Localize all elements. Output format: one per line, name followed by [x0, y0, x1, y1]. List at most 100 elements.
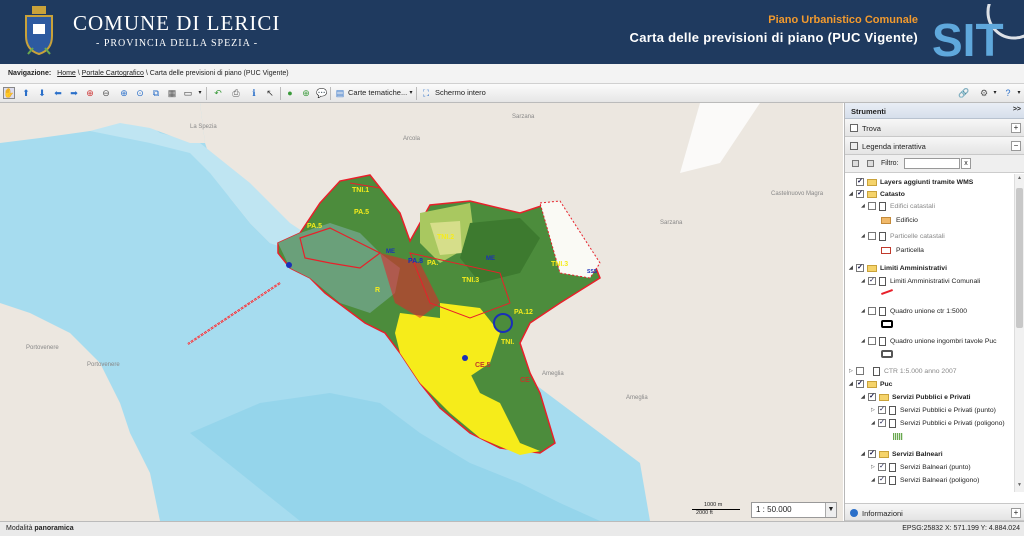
legend-scrollbar[interactable]: ▲ ▼ — [1014, 174, 1024, 492]
tree-node[interactable]: ◢ Particelle catastali — [861, 230, 945, 242]
panel-title-text: Strumenti — [851, 107, 887, 116]
tree-node-label: Catasto — [880, 190, 905, 198]
collapse-panel-button[interactable]: >> — [1013, 106, 1021, 113]
checkbox[interactable] — [868, 232, 876, 240]
checkbox[interactable]: ✓ — [868, 450, 876, 458]
chevron-down-icon[interactable]: ▾ — [989, 87, 1001, 99]
comune-crest-icon — [25, 6, 53, 56]
find-section[interactable]: Trova + — [845, 119, 1024, 137]
tree-node-label: Quadro unione ingombri tavole Puc — [890, 337, 997, 345]
measure-icon[interactable]: ▭ — [182, 87, 194, 99]
zoom-out-icon[interactable]: ⊖ — [100, 87, 112, 99]
scale-bar-meters: 1000 m — [704, 502, 723, 508]
globe-icon[interactable]: ● — [284, 87, 296, 99]
tree-node[interactable]: ▷ CTR 1:5.000 anno 2007 — [849, 365, 957, 377]
link-icon[interactable]: 🔗 — [958, 87, 970, 99]
print-icon[interactable]: ⎙ — [230, 87, 242, 99]
breadcrumb-home-link[interactable]: Home — [57, 70, 76, 77]
zone-label: PA.12 — [514, 309, 533, 316]
chevron-down-icon[interactable]: ▾ — [1013, 87, 1024, 99]
zoom-layer-icon[interactable]: ⧉ — [150, 87, 162, 99]
checkbox[interactable]: ✓ — [856, 178, 864, 186]
scale-select[interactable]: 1 : 50.000 ▼ — [751, 502, 837, 518]
scroll-down-icon[interactable]: ▼ — [1016, 482, 1023, 490]
checkbox[interactable]: ✓ — [878, 476, 886, 484]
checkbox[interactable] — [868, 202, 876, 210]
checkbox[interactable]: ✓ — [856, 264, 864, 272]
layer-icon — [879, 231, 886, 241]
scrollbar-thumb[interactable] — [1016, 188, 1023, 328]
map-graphic[interactable] — [0, 103, 843, 521]
identify-icon[interactable]: ℹ — [248, 87, 260, 99]
tree-node[interactable]: ◢ ✓ Catasto — [849, 188, 905, 200]
info-icon — [850, 509, 858, 517]
expand-icon[interactable]: + — [1011, 508, 1021, 518]
collapse-icon[interactable]: − — [1011, 141, 1021, 151]
tree-node-label: Servizi Pubblici e Privati (punto) — [900, 406, 996, 414]
chevron-down-icon[interactable]: ▾ — [194, 87, 206, 99]
expand-icon[interactable]: + — [1011, 123, 1021, 133]
checkbox[interactable]: ✓ — [856, 380, 864, 388]
toolbar-divider — [206, 87, 207, 100]
map-canvas[interactable]: La Spezia Sarzana Arcola Castelnuovo Mag… — [0, 103, 843, 521]
tree-node[interactable]: ◢ ✓ Puc — [849, 378, 892, 390]
tree-node[interactable]: ▷ ✓ Servizi Pubblici e Privati (punto) — [871, 404, 996, 416]
tree-node[interactable]: ▷ ✓ Servizi Balneari (punto) — [871, 461, 971, 473]
up-arrow-icon[interactable]: ⬆ — [20, 87, 32, 99]
add-icon[interactable]: ⊕ — [300, 87, 312, 99]
tree-node[interactable]: ◢ ✓ Limiti Amministrativi — [849, 262, 947, 274]
filter-input[interactable] — [904, 158, 960, 169]
breadcrumb-portal-link[interactable]: Portale Cartografico — [82, 70, 144, 77]
back-icon[interactable]: ↶ — [212, 87, 224, 99]
panel-title: Strumenti >> — [845, 103, 1024, 119]
checkbox[interactable]: ✓ — [878, 419, 886, 427]
tree-node[interactable]: ◢ ✓ Servizi Pubblici e Privati — [861, 391, 971, 403]
fullscreen-button[interactable]: Schermo intero — [435, 88, 486, 97]
down-arrow-icon[interactable]: ⬇ — [36, 87, 48, 99]
legend-section[interactable]: Legenda interattiva − — [845, 137, 1024, 155]
right-arrow-icon[interactable]: ➡ — [68, 87, 80, 99]
zoom-in-icon[interactable]: ⊕ — [118, 87, 130, 99]
select-icon[interactable]: ↖ — [264, 87, 276, 99]
checkbox[interactable]: ✓ — [856, 190, 864, 198]
comment-icon[interactable]: 💬 — [316, 87, 328, 99]
checkbox[interactable] — [868, 307, 876, 315]
legend-class-label: Particella — [896, 246, 924, 254]
zone-label: PA.5 — [307, 223, 323, 230]
clear-filter-button[interactable]: x — [961, 158, 971, 169]
tree-node[interactable]: ◢ Quadro unione ingombri tavole Puc — [861, 335, 997, 347]
tree-node[interactable]: ◢ ✓ Limiti Amministrativi Comunali — [861, 275, 980, 287]
chevron-down-icon[interactable]: ▼ — [825, 503, 836, 517]
zoom-extent-icon[interactable]: ⊙ — [134, 87, 146, 99]
tree-node[interactable]: ◢ Edifici catastali — [861, 200, 935, 212]
scroll-up-icon[interactable]: ▲ — [1016, 175, 1023, 183]
checkbox[interactable] — [868, 337, 876, 345]
checkbox[interactable]: ✓ — [868, 277, 876, 285]
fullscreen-icon[interactable]: ⛶ — [420, 87, 432, 99]
tree-node[interactable]: ◢ ✓ Servizi Pubblici e Privati (poligono) — [871, 417, 1005, 429]
checkbox[interactable]: ✓ — [878, 463, 886, 471]
zone-label: TNI.1 — [352, 187, 370, 194]
tree-node[interactable]: ✓ Layers aggiunti tramite WMS — [849, 176, 973, 188]
navigation-mode-label: Modalità — [6, 525, 35, 532]
left-arrow-icon[interactable]: ⬅ — [52, 87, 64, 99]
expand-all-icon[interactable] — [852, 160, 859, 167]
info-section[interactable]: Informazioni + — [845, 503, 1024, 521]
checkbox[interactable] — [856, 367, 864, 375]
checkbox[interactable]: ✓ — [868, 393, 876, 401]
collapse-all-icon[interactable] — [867, 160, 874, 167]
zoom-box-icon[interactable]: ⊕ — [84, 87, 96, 99]
legend-filter-bar: Filtro: x — [845, 155, 1024, 173]
tree-node[interactable]: ◢ ✓ Servizi Balneari (poligono) — [871, 474, 979, 486]
layers-icon[interactable]: ▤ — [334, 87, 346, 99]
tree-node[interactable]: ◢ ✓ Servizi Balneari — [861, 448, 943, 460]
pan-icon[interactable]: ✋ — [3, 87, 15, 99]
navigation-mode: Modalità panoramica — [6, 525, 74, 532]
tree-node[interactable]: ◢ Quadro unione ctr 1:5000 — [861, 305, 967, 317]
thematic-maps-button[interactable]: Carte tematiche... — [348, 88, 407, 97]
checkbox[interactable]: ✓ — [878, 406, 886, 414]
tree-node-label: Puc — [880, 380, 893, 388]
zoom-selection-icon[interactable]: ▦ — [166, 87, 178, 99]
zone-label: R — [375, 287, 381, 294]
layer-icon — [889, 405, 896, 415]
